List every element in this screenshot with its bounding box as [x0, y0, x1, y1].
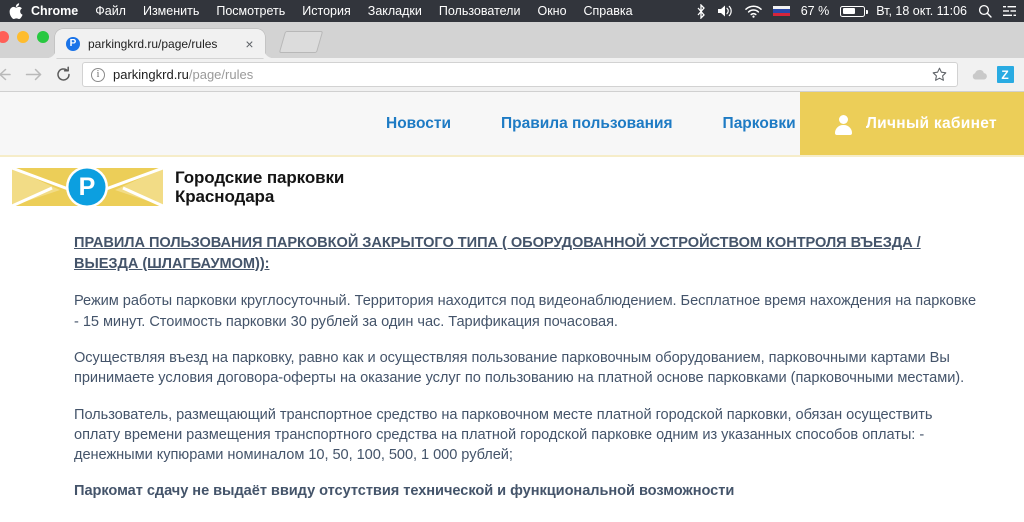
bluetooth-icon[interactable] [696, 3, 706, 19]
macos-menu-bar: Chrome Файл Изменить Посмотреть История … [0, 0, 1024, 22]
tab-close-icon[interactable]: × [242, 36, 257, 52]
address-bar[interactable]: i parkingkrd.ru/page/rules [82, 62, 958, 87]
search-icon[interactable] [978, 4, 992, 18]
tab-favicon-icon: P [66, 36, 80, 51]
volume-icon[interactable] [717, 4, 734, 18]
document-paragraph-4: Паркомат сдачу не выдаёт ввиду отсутстви… [74, 483, 735, 500]
flag-ru-icon[interactable] [772, 5, 790, 17]
document-paragraph-2: Осуществляя въезд на парковку, равно как… [74, 350, 965, 387]
menubar-app-name[interactable]: Chrome [31, 4, 78, 18]
menubar-item-history[interactable]: История [302, 4, 350, 18]
web-page: Новости Правила пользования Парковки Лич… [0, 92, 1024, 522]
menubar-item-bookmarks[interactable]: Закладки [368, 4, 422, 18]
svg-text:Р: Р [79, 173, 96, 201]
wifi-icon[interactable] [744, 5, 762, 18]
url-path: /page/rules [188, 67, 254, 82]
person-icon [834, 114, 853, 135]
site-logo-icon[interactable]: Р [10, 166, 165, 208]
document-paragraph-1: Режим работы парковки круглосуточный. Те… [74, 293, 977, 330]
control-center-icon[interactable] [1003, 5, 1016, 18]
menubar-item-people[interactable]: Пользователи [439, 4, 521, 18]
window-minimize-button[interactable] [17, 31, 29, 43]
browser-tab-active[interactable]: P parkingkrd.ru/page/rules × [55, 29, 265, 58]
document-content: ПРАВИЛА ПОЛЬЗОВАНИЯ ПАРКОВКОЙ ЗАКРЫТОГО … [0, 217, 1024, 502]
menubar-status-area: 67 % Вт, 18 окт. 11:06 [696, 3, 1018, 19]
nav-link-parkings[interactable]: Парковки [723, 115, 796, 133]
back-button[interactable] [0, 60, 18, 90]
window-close-button[interactable] [0, 31, 9, 43]
window-maximize-button[interactable] [37, 31, 49, 43]
menubar-clock[interactable]: Вт, 18 окт. 11:06 [876, 4, 967, 18]
new-tab-button[interactable] [278, 31, 324, 53]
address-bar-url: parkingkrd.ru/page/rules [113, 67, 253, 82]
nav-link-rules[interactable]: Правила пользования [501, 115, 673, 133]
site-logo-text: Городские парковки Краснодара [175, 168, 344, 206]
menubar-item-help[interactable]: Справка [584, 4, 633, 18]
menubar-item-file[interactable]: Файл [95, 4, 126, 18]
account-button[interactable]: Личный кабинет [800, 92, 1024, 155]
site-logo-text-line1: Городские парковки [175, 167, 345, 187]
menubar-item-view[interactable]: Посмотреть [216, 4, 285, 18]
star-icon[interactable] [928, 64, 950, 86]
site-logo-band: Р Городские парковки Краснодара [0, 155, 1024, 217]
window-traffic-lights [0, 31, 49, 43]
apple-logo-icon[interactable] [8, 3, 23, 19]
nav-link-news[interactable]: Новости [386, 115, 451, 133]
browser-tab-strip: P parkingkrd.ru/page/rules × [0, 22, 1024, 58]
document-heading: ПРАВИЛА ПОЛЬЗОВАНИЯ ПАРКОВКОЙ ЗАКРЫТОГО … [74, 235, 921, 272]
site-navigation-bar: Новости Правила пользования Парковки Лич… [0, 92, 1024, 155]
menubar-item-edit[interactable]: Изменить [143, 4, 199, 18]
battery-percent-label: 67 % [800, 4, 830, 18]
info-icon[interactable]: i [91, 67, 105, 82]
browser-toolbar: i parkingkrd.ru/page/rules Z [0, 58, 1024, 92]
tab-title: parkingkrd.ru/page/rules [88, 36, 218, 51]
menubar-item-window[interactable]: Окно [537, 4, 566, 18]
extension-z-icon[interactable]: Z [994, 64, 1016, 86]
document-paragraph-3: Пользователь, размещающий транспортное с… [74, 406, 933, 464]
site-nav-links: Новости Правила пользования Парковки [386, 115, 796, 133]
forward-button[interactable] [18, 60, 48, 90]
cloud-icon[interactable] [968, 64, 990, 86]
account-button-label: Личный кабинет [866, 114, 997, 132]
url-host: parkingkrd.ru [113, 67, 189, 82]
reload-button[interactable] [48, 60, 78, 90]
extension-z-label: Z [996, 66, 1014, 83]
battery-icon[interactable] [840, 5, 868, 17]
site-logo-text-line2: Краснодара [175, 187, 275, 206]
